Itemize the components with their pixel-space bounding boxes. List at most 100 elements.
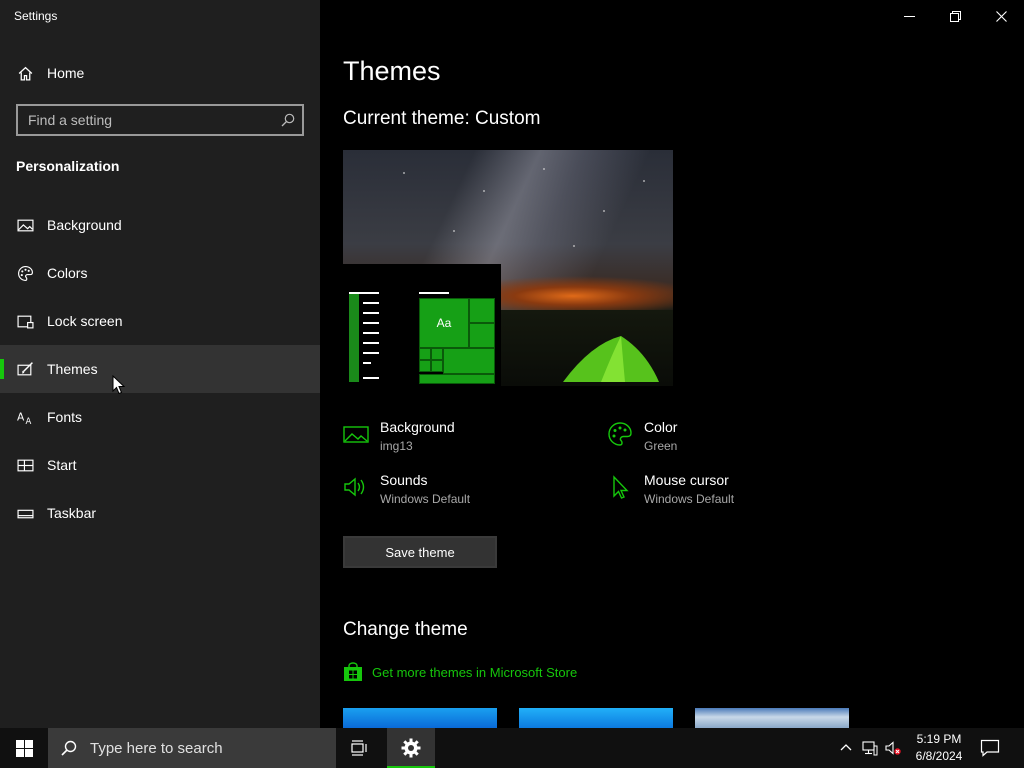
preview-star <box>603 210 605 212</box>
app-title: Settings <box>14 9 58 23</box>
task-view-button[interactable] <box>336 728 384 768</box>
mouse-cursor-title: Mouse cursor <box>644 472 729 488</box>
preview-tile <box>419 348 431 360</box>
sidebar-item-label: Start <box>47 457 77 473</box>
sidebar-item-taskbar[interactable]: Taskbar <box>0 489 320 537</box>
preview-line <box>363 377 379 379</box>
sidebar-item-colors[interactable]: Colors <box>0 249 320 297</box>
preview-tile <box>419 374 495 384</box>
sidebar-item-lock-screen[interactable]: Lock screen <box>0 297 320 345</box>
theme-sounds-link[interactable]: Sounds Windows Default <box>343 472 583 516</box>
change-theme-heading: Change theme <box>343 619 468 640</box>
theme-background-link[interactable]: Background img13 <box>343 419 583 463</box>
taskbar-settings-app[interactable] <box>387 728 435 768</box>
color-value: Green <box>644 439 678 453</box>
preview-line <box>363 332 379 334</box>
sidebar-item-themes[interactable]: Themes <box>0 345 320 393</box>
store-bag-icon <box>344 662 362 681</box>
chevron-up-icon[interactable] <box>838 740 854 756</box>
search-icon <box>61 740 77 756</box>
mouse-cursor-icon <box>613 475 629 499</box>
search-icon[interactable] <box>280 112 296 128</box>
fonts-icon: AA <box>16 408 34 426</box>
main-content: Themes Current theme: Custom Aa Backgrou… <box>320 0 1024 728</box>
sidebar-item-label: Colors <box>47 265 88 281</box>
sidebar-item-label: Background <box>47 217 122 233</box>
taskbar: 5:19 PM 6/8/2024 <box>0 728 1024 768</box>
taskbar-search-box[interactable] <box>48 728 336 768</box>
clock-date: 6/8/2024 <box>915 749 963 763</box>
minimize-button[interactable] <box>886 0 932 32</box>
find-setting-input[interactable] <box>18 106 274 134</box>
palette-icon <box>16 264 34 282</box>
preview-start-rail <box>349 294 359 382</box>
current-theme-heading: Current theme: Custom <box>343 108 541 129</box>
preview-star <box>453 230 455 232</box>
sounds-title: Sounds <box>380 472 428 488</box>
section-title-personalization: Personalization <box>16 158 120 174</box>
sounds-value: Windows Default <box>380 492 471 506</box>
preview-star <box>543 168 545 170</box>
preview-line <box>349 292 379 294</box>
palette-icon <box>608 422 632 446</box>
svg-text:A: A <box>17 410 25 423</box>
theme-thumbnail-flowers[interactable] <box>695 708 849 728</box>
minimize-icon <box>903 15 915 17</box>
selected-indicator <box>0 359 4 379</box>
sidebar-item-start[interactable]: Start <box>0 441 320 489</box>
sidebar-item-label: Themes <box>47 361 98 377</box>
settings-window: Settings Home Personalization Background <box>0 0 1024 728</box>
preview-star <box>403 172 405 174</box>
preview-line <box>363 352 379 354</box>
windows-logo-icon <box>15 739 33 757</box>
preview-tile-aa: Aa <box>419 298 469 348</box>
taskbar-search-input[interactable] <box>88 736 328 760</box>
speaker-icon <box>344 477 365 497</box>
gear-icon <box>401 738 421 758</box>
preview-tent <box>563 336 659 382</box>
theme-thumbnail-windows[interactable] <box>343 708 497 728</box>
notification-center-icon[interactable] <box>980 739 1000 757</box>
close-icon <box>995 10 1007 22</box>
theme-mouse-cursor-link[interactable]: Mouse cursor Windows Default <box>607 472 847 516</box>
network-icon[interactable] <box>862 740 878 756</box>
theme-color-link[interactable]: Color Green <box>607 419 847 463</box>
home-icon <box>16 64 34 82</box>
start-button[interactable] <box>0 728 48 768</box>
picture-icon <box>16 216 34 234</box>
preview-star <box>483 190 485 192</box>
page-title: Themes <box>343 56 441 86</box>
taskbar-clock[interactable]: 5:19 PM 6/8/2024 <box>906 731 972 767</box>
restore-icon <box>949 10 961 22</box>
preview-star <box>573 245 575 247</box>
svg-text:A: A <box>25 416 31 425</box>
sidebar-item-label: Fonts <box>47 409 83 425</box>
find-setting-search[interactable] <box>16 104 304 136</box>
volume-muted-icon[interactable] <box>885 740 901 756</box>
theme-preview: Aa <box>343 150 673 386</box>
store-link-label: Get more themes in Microsoft Store <box>372 664 578 680</box>
theme-thumbnail-windows-light[interactable] <box>519 708 673 728</box>
preview-line <box>363 322 379 324</box>
clock-time: 5:19 PM <box>916 732 962 746</box>
color-title: Color <box>644 419 678 435</box>
background-title: Background <box>380 419 455 435</box>
restore-button[interactable] <box>932 0 978 32</box>
lock-screen-icon <box>16 312 34 330</box>
preview-tile <box>469 298 495 323</box>
preview-tile <box>431 348 443 360</box>
preview-line <box>363 302 379 304</box>
home-label: Home <box>47 65 85 81</box>
preview-start-menu: Aa <box>343 264 501 386</box>
microsoft-store-link[interactable]: Get more themes in Microsoft Store <box>343 661 577 683</box>
sidebar-item-background[interactable]: Background <box>0 201 320 249</box>
mouse-cursor-value: Windows Default <box>644 492 735 506</box>
home-nav-item[interactable]: Home <box>0 56 320 90</box>
mouse-pointer-icon <box>112 375 126 395</box>
save-theme-button[interactable]: Save theme <box>343 536 497 568</box>
preview-tiles: Aa <box>419 298 495 384</box>
preview-tile <box>469 323 495 348</box>
background-value: img13 <box>380 439 413 453</box>
close-button[interactable] <box>978 0 1024 32</box>
sidebar-item-fonts[interactable]: AA Fonts <box>0 393 320 441</box>
